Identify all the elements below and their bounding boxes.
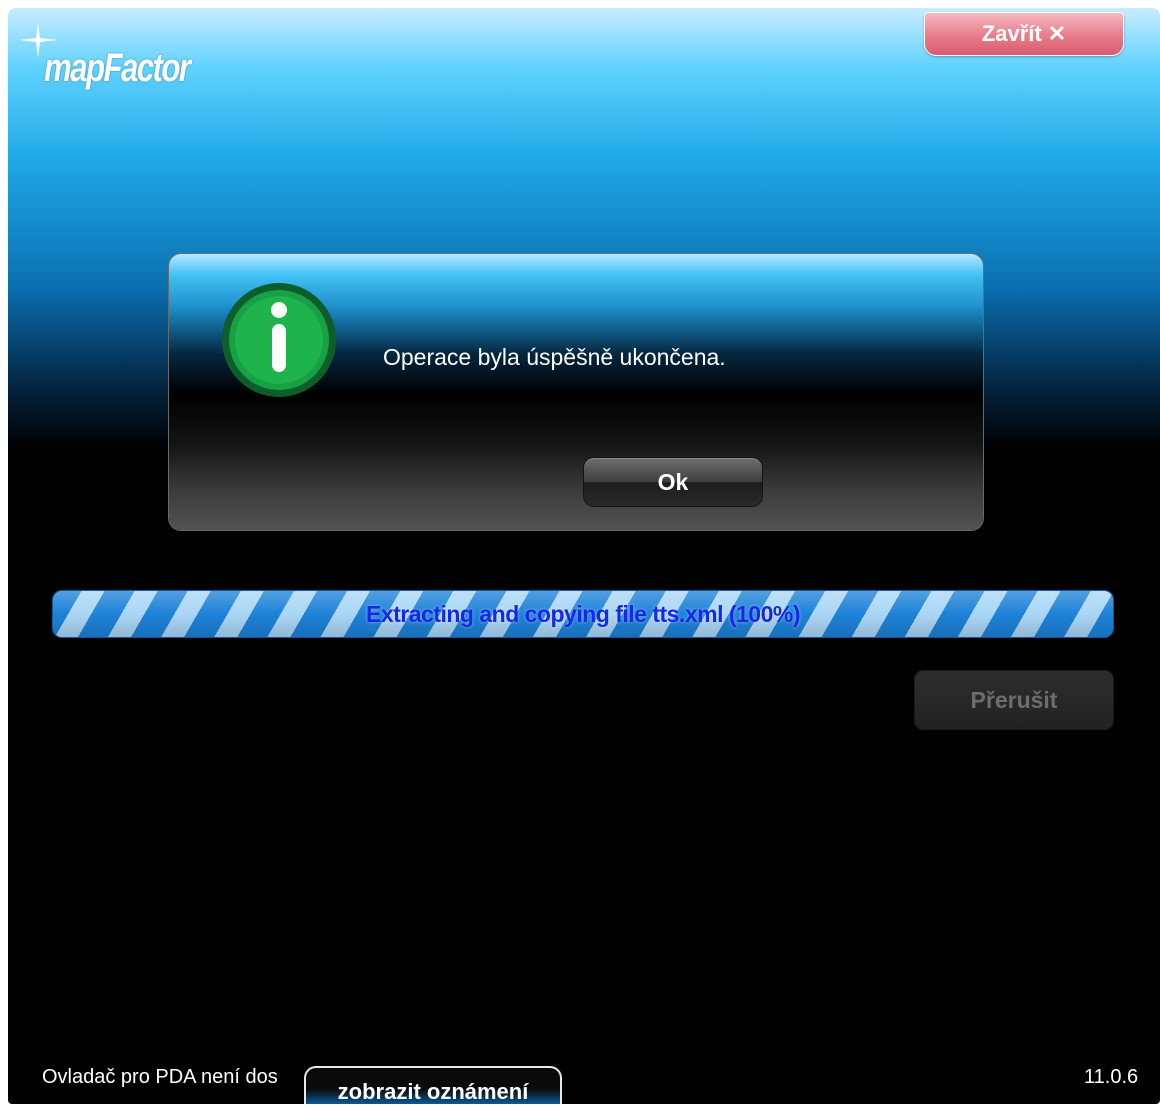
version-label: 11.0.6 <box>1084 1066 1139 1088</box>
mapfactor-logo: mapFactor <box>20 20 210 90</box>
status-text: Ovladač pro PDA není dostupný <box>42 1066 278 1088</box>
dialog-message: Operace byla úspěšně ukončena. <box>383 344 726 370</box>
ok-button[interactable]: Ok <box>584 458 762 506</box>
show-notifications-tab[interactable]: zobrazit oznámení <box>304 1066 562 1104</box>
app-window: mapFactor Zavřít ✕ Operace byla úspěšně … <box>8 8 1160 1104</box>
cancel-button[interactable]: Přerušit <box>915 671 1113 729</box>
close-icon: ✕ <box>1047 21 1067 46</box>
info-icon <box>222 283 336 397</box>
close-button[interactable]: Zavřít ✕ <box>924 12 1124 56</box>
logo-text: mapFactor <box>44 46 191 90</box>
progress-bar: Extracting and copying file tts.xml (100… <box>52 590 1114 638</box>
info-dialog: Operace byla úspěšně ukončena. Ok <box>169 254 983 530</box>
progress-label: Extracting and copying file tts.xml (100… <box>366 600 801 627</box>
close-label: Zavřít <box>981 21 1042 46</box>
